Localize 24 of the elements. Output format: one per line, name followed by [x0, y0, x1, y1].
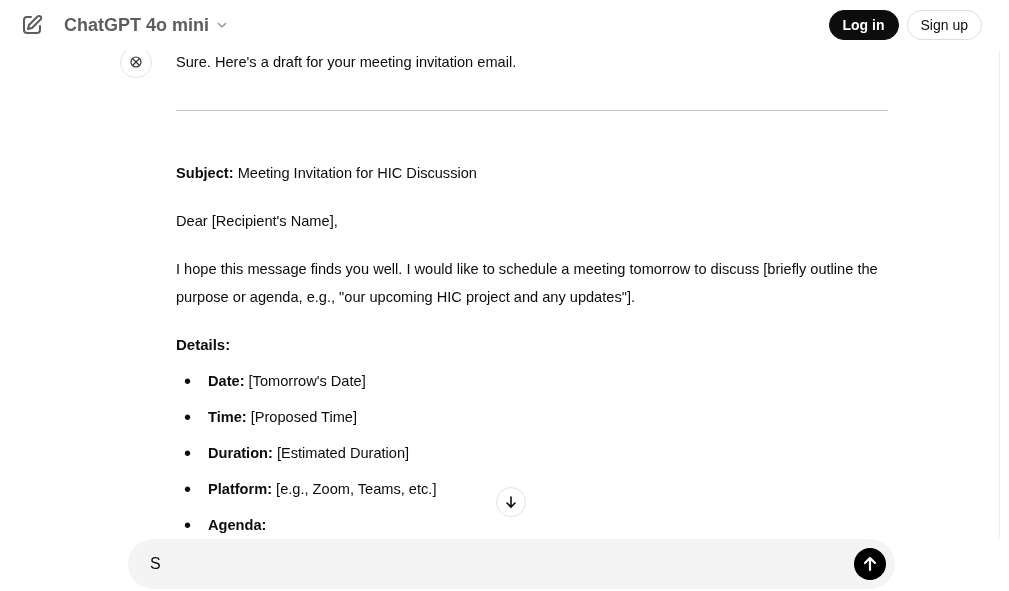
- bullet: •: [184, 405, 192, 430]
- bullet: •: [184, 477, 192, 502]
- bullet: •: [184, 369, 192, 394]
- list-item: Date: [Tomorrow's Date]: [208, 372, 366, 391]
- send-button[interactable]: [854, 548, 886, 580]
- message-text: Sure. Here's a draft for your meeting invitation email.: [176, 53, 517, 72]
- logo-icon: [128, 54, 144, 70]
- arrow-up-icon: [862, 556, 878, 572]
- new-chat-icon[interactable]: [20, 13, 44, 37]
- list-item: Time: [Proposed Time]: [208, 408, 357, 427]
- paragraph: I hope this message finds you well. I would like to schedule a meeting tomorrow to discuss [briefly outline the purpose or agenda, e.g., "our upcoming HIC project and any updates"].: [176, 260, 879, 307]
- section-heading: Details:: [176, 335, 232, 355]
- bullet: •: [184, 441, 192, 466]
- list-item: Platform: [e.g., Zoom, Teams, etc.]: [208, 480, 437, 499]
- model-selector[interactable]: ChatGPT 4o mini: [64, 14, 229, 36]
- paragraph: Subject: Meeting Invitation for HIC Discussion: [176, 164, 478, 183]
- login-button[interactable]: Log in: [828, 10, 899, 40]
- signup-button[interactable]: Sign up: [906, 10, 982, 40]
- bullet: •: [184, 513, 192, 538]
- scroll-down-button[interactable]: [496, 487, 526, 517]
- paragraph: Dear [Recipient's Name],: [176, 212, 339, 231]
- arrow-down-icon: [504, 495, 518, 509]
- list-item: Agenda:: [208, 516, 267, 535]
- list-item: Duration: [Estimated Duration]: [208, 444, 410, 463]
